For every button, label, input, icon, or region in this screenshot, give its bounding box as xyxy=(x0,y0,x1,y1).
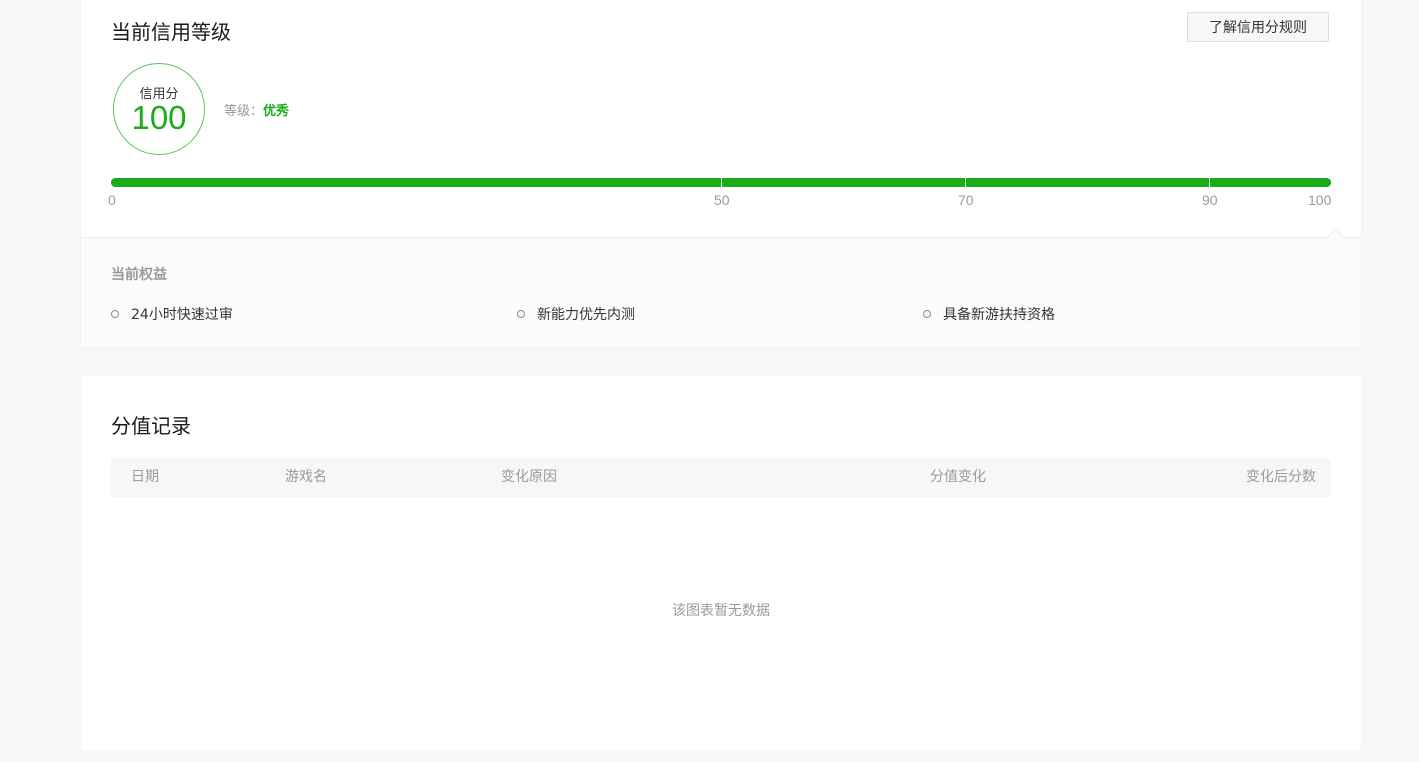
credit-level-title: 当前信用等级 xyxy=(111,20,231,44)
score-records-card: 分值记录 日期 游戏名 变化原因 分值变化 变化后分数 该图表暂无数据 xyxy=(81,376,1361,750)
tick-label-0: 0 xyxy=(108,192,116,208)
benefit-item: 24小时快速过审 xyxy=(111,304,233,324)
bullet-icon xyxy=(517,310,525,318)
tick-label-90: 90 xyxy=(1202,192,1218,208)
records-table-header: 日期 游戏名 变化原因 分值变化 变化后分数 xyxy=(111,458,1331,497)
credit-level-label: 等级： xyxy=(224,104,264,119)
benefit-label: 24小时快速过审 xyxy=(131,307,233,323)
benefit-item: 具备新游扶持资格 xyxy=(923,304,1055,324)
records-empty-state: 该图表暂无数据 xyxy=(672,603,770,619)
credit-score-circle: 信用分 100 xyxy=(113,63,205,155)
tick-label-100: 100 xyxy=(1308,192,1332,208)
credit-progress-bar xyxy=(111,178,1331,187)
bullet-icon xyxy=(111,310,119,318)
credit-rules-button[interactable]: 了解信用分规则 xyxy=(1187,12,1329,42)
column-header-game: 游戏名 xyxy=(285,469,327,485)
column-header-reason: 变化原因 xyxy=(501,469,557,485)
benefits-panel: 当前权益 24小时快速过审 新能力优先内测 具备新游扶持资格 xyxy=(81,237,1361,347)
tick-label-50: 50 xyxy=(714,192,730,208)
score-records-title: 分值记录 xyxy=(111,414,191,438)
column-header-date: 日期 xyxy=(131,469,159,485)
credit-level-value: 优秀 xyxy=(263,104,290,119)
tick-label-70: 70 xyxy=(958,192,974,208)
benefits-title: 当前权益 xyxy=(111,267,167,283)
progress-tick-70 xyxy=(965,178,966,187)
benefit-label: 新能力优先内测 xyxy=(537,307,635,323)
benefit-label: 具备新游扶持资格 xyxy=(943,307,1055,323)
progress-tick-50 xyxy=(721,178,722,187)
credit-level-card: 当前信用等级 了解信用分规则 信用分 100 等级：优秀 0 50 70 90 … xyxy=(81,0,1361,347)
column-header-score-change: 分值变化 xyxy=(930,469,986,485)
progress-tick-90 xyxy=(1209,178,1210,187)
credit-level: 等级：优秀 xyxy=(224,100,289,119)
column-header-score-after: 变化后分数 xyxy=(1246,469,1316,485)
benefit-item: 新能力优先内测 xyxy=(517,304,635,324)
credit-score-value: 100 xyxy=(131,99,187,136)
bullet-icon xyxy=(923,310,931,318)
